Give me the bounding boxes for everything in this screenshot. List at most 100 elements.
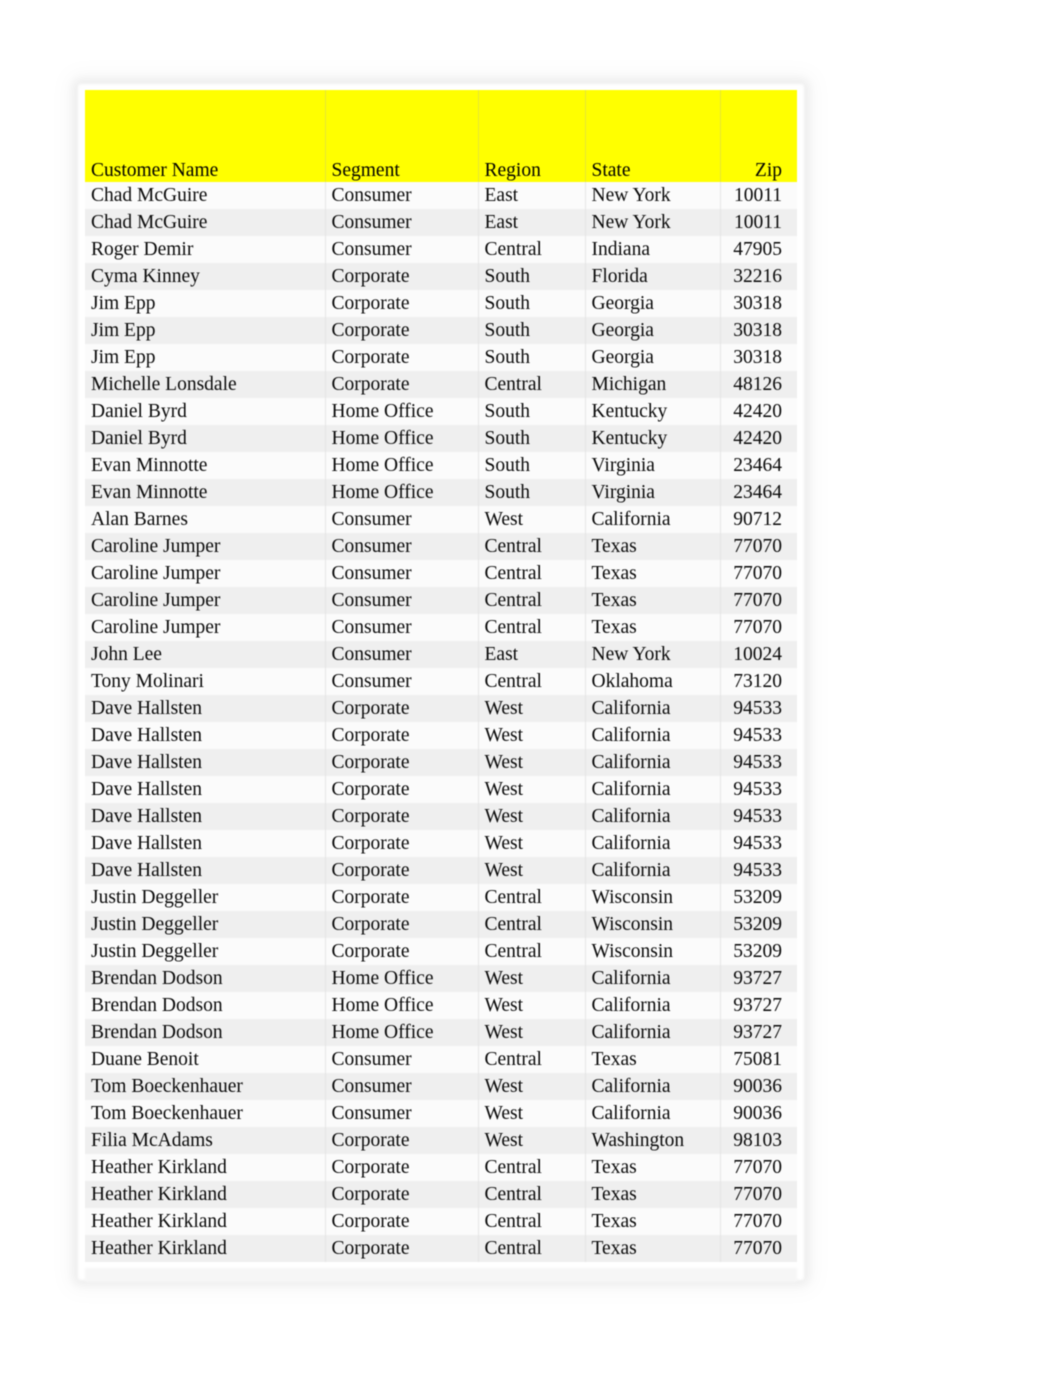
cell-region[interactable]: Central — [478, 533, 586, 560]
cell-segment[interactable]: Corporate — [325, 344, 479, 371]
cell-name[interactable]: Dave Hallsten — [85, 776, 326, 803]
cell-region[interactable]: East — [478, 641, 586, 668]
table-row[interactable]: Caroline Jumper Consumer Central Texas 77070 — [85, 533, 797, 560]
table-row[interactable]: Jim Epp Corporate South Georgia 30318 — [85, 317, 797, 344]
cell-region[interactable]: West — [478, 857, 586, 884]
table-row[interactable]: Filia McAdams Corporate West Washington 9810… — [85, 1127, 797, 1154]
cell-zip[interactable]: 90036 — [720, 1073, 797, 1100]
cell-name[interactable]: Duane Benoit — [85, 1046, 326, 1073]
cell-zip[interactable]: 94533 — [720, 695, 797, 722]
cell-state[interactable]: Texas — [585, 587, 721, 614]
cell-segment[interactable]: Corporate — [325, 1127, 479, 1154]
cell-segment[interactable]: Corporate — [325, 371, 479, 398]
cell-state[interactable]: Oklahoma — [585, 668, 721, 695]
cell-region[interactable]: West — [478, 992, 586, 1019]
cell-segment[interactable]: Consumer — [325, 560, 479, 587]
cell-name[interactable]: Tom Boeckenhauer — [85, 1100, 326, 1127]
cell-region[interactable]: East — [478, 182, 586, 209]
cell-name[interactable]: Jim Epp — [85, 317, 326, 344]
cell-zip[interactable]: 48126 — [720, 371, 797, 398]
cell-segment[interactable]: Consumer — [325, 1100, 479, 1127]
cell-state[interactable]: Texas — [585, 1046, 721, 1073]
cell-segment[interactable]: Corporate — [325, 857, 479, 884]
cell-name[interactable]: Dave Hallsten — [85, 857, 326, 884]
cell-region[interactable]: West — [478, 749, 586, 776]
cell-state[interactable]: California — [585, 830, 721, 857]
cell-state[interactable]: California — [585, 1073, 721, 1100]
table-row[interactable]: Dave Hallsten Corporate West California 9453… — [85, 749, 797, 776]
cell-zip[interactable]: 30318 — [720, 344, 797, 371]
cell-state[interactable]: Florida — [585, 263, 721, 290]
cell-state[interactable]: California — [585, 1100, 721, 1127]
cell-region[interactable]: Central — [478, 1208, 586, 1235]
table-row[interactable]: Evan Minnotte Home Office South Virginia 234… — [85, 452, 797, 479]
cell-state[interactable]: Texas — [585, 1208, 721, 1235]
table-row[interactable]: Jim Epp Corporate South Georgia 30318 — [85, 344, 797, 371]
column-header-state[interactable]: State — [585, 152, 721, 182]
cell-segment[interactable]: Corporate — [325, 776, 479, 803]
banner-blank-cell[interactable] — [585, 90, 721, 121]
cell-zip[interactable]: 94533 — [720, 830, 797, 857]
cell-name[interactable]: Heather Kirkland — [85, 1154, 326, 1181]
cell-state[interactable]: Virginia — [585, 452, 721, 479]
cell-zip[interactable]: 77070 — [720, 560, 797, 587]
cell-zip[interactable]: 23464 — [720, 479, 797, 506]
cell-region[interactable]: West — [478, 1100, 586, 1127]
cell-zip[interactable]: 94533 — [720, 749, 797, 776]
banner-blank-cell[interactable] — [720, 121, 797, 152]
cell-zip[interactable]: 77070 — [720, 614, 797, 641]
banner-blank-cell[interactable] — [325, 90, 479, 121]
cell-region[interactable]: West — [478, 695, 586, 722]
cell-zip[interactable]: 94533 — [720, 857, 797, 884]
cell-zip[interactable]: 77070 — [720, 1181, 797, 1208]
column-header-region[interactable]: Region — [478, 152, 586, 182]
cell-name[interactable]: Brendan Dodson — [85, 992, 326, 1019]
cell-segment[interactable]: Home Office — [325, 452, 479, 479]
cell-segment[interactable]: Home Office — [325, 965, 479, 992]
cell-segment[interactable]: Consumer — [325, 614, 479, 641]
cell-zip[interactable]: 75081 — [720, 1046, 797, 1073]
cell-state[interactable]: Texas — [585, 533, 721, 560]
cell-region[interactable]: Central — [478, 884, 586, 911]
cell-region[interactable]: Central — [478, 911, 586, 938]
cell-region[interactable]: Central — [478, 1235, 586, 1262]
banner-blank-cell[interactable] — [478, 90, 586, 121]
table-row[interactable]: Cyma Kinney Corporate South Florida 32216 — [85, 263, 797, 290]
cell-segment[interactable]: Consumer — [325, 209, 479, 236]
cell-zip[interactable]: 98103 — [720, 1127, 797, 1154]
table-row[interactable]: Caroline Jumper Consumer Central Texas 77070 — [85, 560, 797, 587]
cell-name[interactable]: Heather Kirkland — [85, 1208, 326, 1235]
table-row[interactable]: Caroline Jumper Consumer Central Texas 77070 — [85, 587, 797, 614]
cell-region[interactable]: Central — [478, 1046, 586, 1073]
cell-name[interactable]: Dave Hallsten — [85, 830, 326, 857]
cell-zip[interactable]: 93727 — [720, 965, 797, 992]
cell-name[interactable]: Chad McGuire — [85, 209, 326, 236]
cell-segment[interactable]: Corporate — [325, 1235, 479, 1262]
cell-state[interactable]: Kentucky — [585, 425, 721, 452]
cell-state[interactable]: California — [585, 992, 721, 1019]
cell-region[interactable]: Central — [478, 560, 586, 587]
cell-zip[interactable]: 93727 — [720, 1019, 797, 1046]
cell-zip[interactable]: 30318 — [720, 317, 797, 344]
cell-segment[interactable]: Home Office — [325, 992, 479, 1019]
cell-segment[interactable]: Consumer — [325, 236, 479, 263]
cell-region[interactable]: West — [478, 803, 586, 830]
table-row[interactable]: Duane Benoit Consumer Central Texas 75081 — [85, 1046, 797, 1073]
cell-region[interactable]: West — [478, 830, 586, 857]
cell-state[interactable]: California — [585, 803, 721, 830]
cell-zip[interactable]: 90712 — [720, 506, 797, 533]
table-row[interactable]: Chad McGuire Consumer East New York 10011 — [85, 209, 797, 236]
cell-region[interactable]: West — [478, 1127, 586, 1154]
cell-zip[interactable]: 77070 — [720, 533, 797, 560]
cell-state[interactable]: Texas — [585, 1235, 721, 1262]
cell-state[interactable]: California — [585, 749, 721, 776]
cell-region[interactable]: West — [478, 776, 586, 803]
cell-name[interactable]: Dave Hallsten — [85, 722, 326, 749]
banner-blank-cell[interactable] — [325, 121, 479, 152]
cell-name[interactable]: Jim Epp — [85, 344, 326, 371]
cell-name[interactable]: Tony Molinari — [85, 668, 326, 695]
cell-zip[interactable]: 77070 — [720, 1154, 797, 1181]
cell-name[interactable]: Michelle Lonsdale — [85, 371, 326, 398]
cell-zip[interactable]: 53209 — [720, 911, 797, 938]
cell-region[interactable]: Central — [478, 587, 586, 614]
